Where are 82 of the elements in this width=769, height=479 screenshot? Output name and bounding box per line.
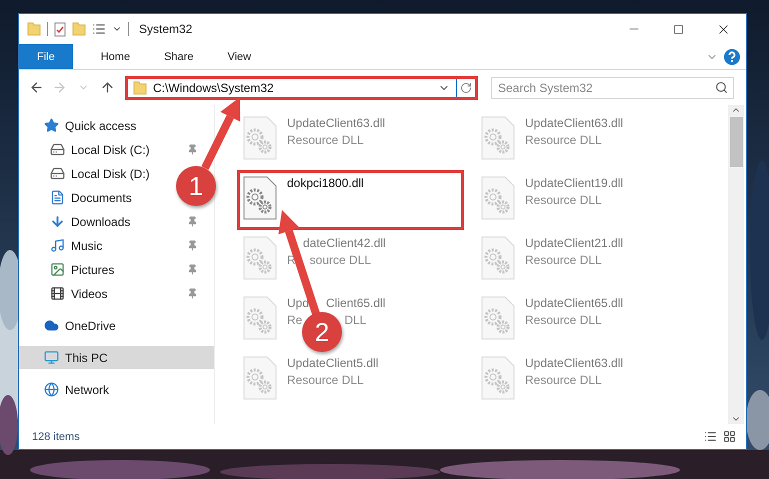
gear-file-icon (243, 296, 277, 340)
file-type: Re (287, 313, 302, 327)
network-icon (44, 382, 59, 397)
highlighted-file-item[interactable]: dokpci1800.dll (237, 170, 464, 230)
download-icon (50, 214, 65, 229)
sidebar-item[interactable]: Videos (19, 282, 198, 305)
up-button[interactable] (100, 80, 115, 95)
large-icons-view-button[interactable] (723, 430, 736, 443)
gear-file-icon (243, 236, 277, 280)
document-icon (50, 190, 65, 205)
file-name: UpdateClient63.dll (525, 116, 624, 130)
file-type: Resource DLL (287, 133, 364, 147)
pin-icon[interactable] (187, 144, 198, 155)
refresh-icon[interactable] (460, 82, 472, 94)
scroll-thumb[interactable] (730, 117, 742, 167)
properties-icon[interactable] (54, 22, 66, 36)
file-type: Resource DLL (525, 313, 602, 327)
folder-icon (27, 22, 41, 36)
gear-file-icon (243, 356, 277, 400)
file-name: UpdateClient21.dll (525, 236, 624, 250)
file-type: Resource DLL (525, 193, 602, 207)
file-name: Client65.dll (326, 296, 386, 310)
gear-file-icon (481, 116, 515, 160)
help-icon[interactable] (724, 48, 740, 64)
ribbon-tab[interactable]: Home (86, 44, 144, 69)
pin-icon[interactable] (187, 264, 198, 275)
picture-icon (50, 262, 65, 277)
folder-icon (133, 80, 147, 94)
maximize-icon[interactable] (673, 24, 684, 34)
address-bar[interactable]: C:\Windows\System32 (125, 76, 478, 100)
gear-file-icon (481, 236, 515, 280)
sidebar-item[interactable]: This PC (19, 346, 214, 369)
new-folder-icon[interactable] (72, 22, 86, 36)
file-type: Resource DLL (525, 373, 602, 387)
sidebar-item[interactable]: Music (19, 234, 198, 257)
ribbon-tab[interactable]: View (213, 44, 266, 69)
sidebar-item[interactable]: Quick access (19, 114, 136, 137)
gear-file-icon (481, 356, 515, 400)
file-name: UpdateClient63.dll (287, 116, 386, 130)
drive-icon (50, 166, 65, 181)
drive-icon (50, 142, 65, 157)
monitor-icon (44, 350, 59, 365)
list-icon[interactable] (92, 22, 106, 36)
file-type: Resource DLL (525, 133, 602, 147)
file-name: UpdateClient5.dll (287, 356, 378, 370)
file-name: dateClient42.dll (303, 236, 386, 250)
file-type: Resource DLL (287, 373, 364, 387)
cloud-icon (44, 318, 59, 333)
search-field[interactable]: Search System32 (491, 76, 734, 98)
file-name: UpdateClient19.dll (525, 176, 624, 190)
gear-file-icon (481, 176, 515, 220)
pin-icon[interactable] (187, 216, 198, 227)
file-type: source DLL (310, 253, 372, 267)
item-count: 128 items (32, 430, 80, 442)
film-icon (50, 286, 65, 301)
sidebar-item[interactable]: Local Disk (C:) (19, 138, 198, 161)
gear-file-icon (243, 176, 277, 220)
ribbon-tab[interactable]: File (19, 44, 73, 69)
back-button[interactable] (29, 80, 44, 95)
star-icon (44, 118, 59, 133)
sidebar-item[interactable]: Documents (19, 186, 132, 209)
music-note-icon (50, 238, 65, 253)
sidebar-item[interactable]: Local Disk (D:) (19, 162, 150, 185)
ribbon-tab[interactable]: Share (150, 44, 208, 69)
file-name: UpdateClient65.dll (525, 296, 624, 310)
details-view-button[interactable] (704, 430, 717, 443)
sidebar-item[interactable]: Network (19, 378, 110, 401)
sidebar-item[interactable]: Pictures (19, 258, 198, 281)
sidebar-item[interactable]: Downloads (19, 210, 198, 233)
file-name: dokpci1800.dll (287, 176, 364, 190)
search-icon[interactable] (715, 80, 728, 94)
pin-icon[interactable] (187, 240, 198, 251)
scrollbar[interactable] (728, 105, 744, 424)
gear-file-icon (243, 116, 277, 160)
file-name: Upd (287, 296, 310, 310)
file-type: DLL (344, 313, 366, 327)
window-title: System32 (139, 22, 192, 36)
gear-file-icon (481, 296, 515, 340)
sidebar-item[interactable]: OneDrive (19, 314, 116, 337)
file-name: UpdateClient63.dll (525, 356, 624, 370)
file-type: Resource DLL (525, 253, 602, 267)
pin-icon[interactable] (187, 288, 198, 299)
